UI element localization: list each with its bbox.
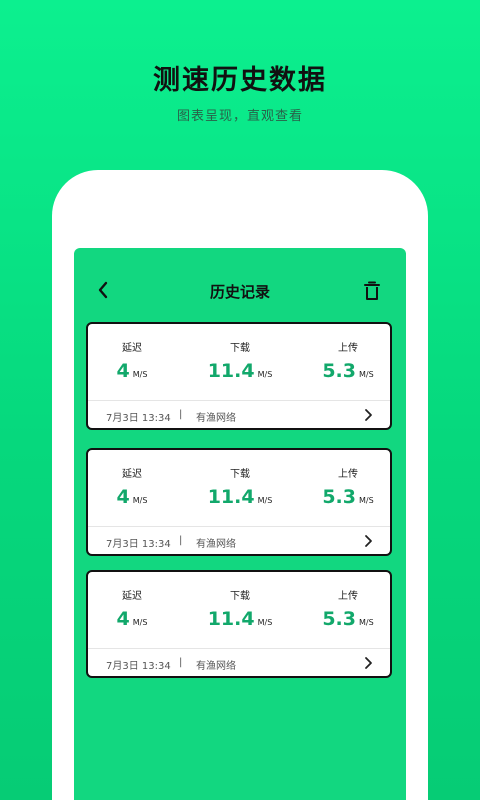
history-screen: 历史记录 延迟 4 M/S 下载 11.4 M/S 上传 5.3 M/S 7月3… [74, 248, 406, 800]
download-value: 11.4 [207, 608, 255, 630]
footer-separator: | [179, 657, 183, 668]
record-time: 7月3日 13:34 [106, 661, 171, 672]
download-unit: M/S [257, 370, 273, 379]
upload-value: 5.3 [322, 608, 356, 630]
history-record-card[interactable]: 延迟 4 M/S 下载 11.4 M/S 上传 5.3 M/S 7月3日 13:34 [86, 322, 392, 430]
latency-value: 4 [116, 608, 130, 630]
latency-unit: M/S [132, 370, 148, 379]
record-footer: 7月3日 13:34 | 有渔网络 [88, 649, 390, 676]
latency-value: 4 [116, 486, 130, 508]
record-time: 7月3日 13:34 [106, 413, 171, 424]
metrics-row: 延迟 4 M/S 下载 11.4 M/S 上传 5.3 M/S [88, 450, 390, 528]
footer-separator: | [179, 535, 183, 546]
record-footer: 7月3日 13:34 | 有渔网络 [88, 527, 390, 554]
footer-separator: | [179, 409, 183, 420]
metrics-row: 延迟 4 M/S 下载 11.4 M/S 上传 5.3 M/S [88, 572, 390, 650]
chevron-right-icon [362, 534, 374, 548]
record-time: 7月3日 13:34 [106, 539, 171, 550]
upload-unit: M/S [358, 496, 374, 505]
latency-value: 4 [116, 360, 130, 382]
download-value: 11.4 [207, 486, 255, 508]
upload-value: 5.3 [322, 486, 356, 508]
network-name: 有渔网络 [196, 661, 236, 672]
history-record-card[interactable]: 延迟 4 M/S 下载 11.4 M/S 上传 5.3 M/S 7月3日 13:34 [86, 570, 392, 678]
upload-value-line: 5.3 M/S [308, 486, 388, 508]
latency-label: 延迟 [122, 343, 142, 354]
download-value-line: 11.4 M/S [200, 608, 280, 630]
upload-label: 上传 [338, 343, 358, 354]
latency-unit: M/S [132, 618, 148, 627]
history-record-card[interactable]: 延迟 4 M/S 下载 11.4 M/S 上传 5.3 M/S 7月3日 13:34 [86, 448, 392, 556]
latency-unit: M/S [132, 496, 148, 505]
latency-label: 延迟 [122, 591, 142, 602]
metrics-row: 延迟 4 M/S 下载 11.4 M/S 上传 5.3 M/S [88, 324, 390, 402]
upload-unit: M/S [358, 618, 374, 627]
download-value: 11.4 [207, 360, 255, 382]
chevron-right-icon [362, 408, 374, 422]
download-unit: M/S [257, 618, 273, 627]
network-name: 有渔网络 [196, 413, 236, 424]
download-label: 下载 [230, 469, 250, 480]
latency-label: 延迟 [122, 469, 142, 480]
upload-value: 5.3 [322, 360, 356, 382]
latency-value-line: 4 M/S [92, 608, 172, 630]
download-unit: M/S [257, 496, 273, 505]
delete-history-button[interactable] [360, 279, 384, 303]
trash-icon [364, 281, 380, 300]
upload-label: 上传 [338, 469, 358, 480]
record-footer: 7月3日 13:34 | 有渔网络 [88, 401, 390, 428]
promo-title: 测速历史数据 [153, 65, 327, 96]
upload-value-line: 5.3 M/S [308, 360, 388, 382]
promo-subtitle: 图表呈现，直观查看 [176, 109, 303, 124]
download-label: 下载 [230, 591, 250, 602]
download-label: 下载 [230, 343, 250, 354]
latency-value-line: 4 M/S [92, 486, 172, 508]
upload-value-line: 5.3 M/S [308, 608, 388, 630]
download-value-line: 11.4 M/S [200, 486, 280, 508]
app-header: 历史记录 [74, 248, 406, 318]
page-title: 历史记录 [209, 283, 270, 301]
upload-unit: M/S [358, 370, 374, 379]
network-name: 有渔网络 [196, 539, 236, 550]
upload-label: 上传 [338, 591, 358, 602]
download-value-line: 11.4 M/S [200, 360, 280, 382]
latency-value-line: 4 M/S [92, 360, 172, 382]
chevron-right-icon [362, 656, 374, 670]
